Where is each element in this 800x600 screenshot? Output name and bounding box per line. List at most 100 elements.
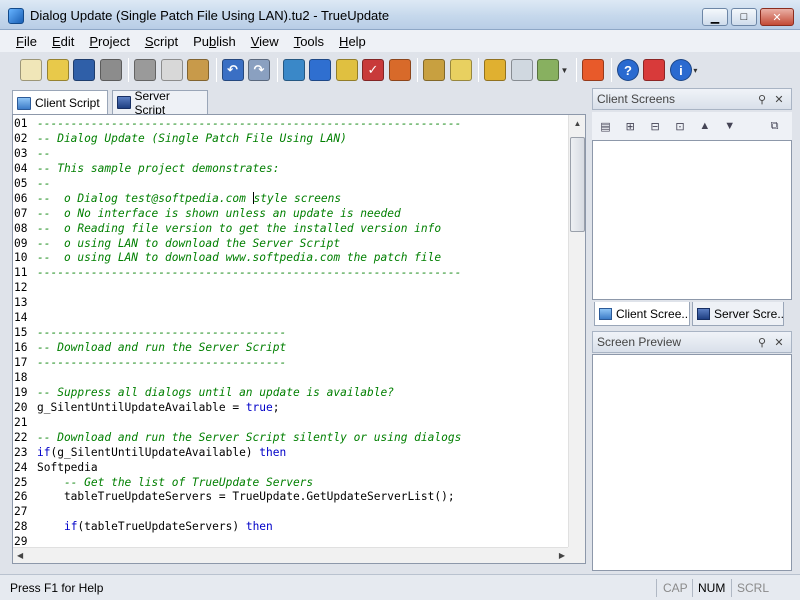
menu-project[interactable]: Project: [89, 34, 129, 49]
code-line[interactable]: 15 -------------------------------------: [13, 326, 567, 341]
add-screen-icon[interactable]: ⊞: [623, 118, 638, 134]
code-line[interactable]: 07 -- o No interface is shown unless an u…: [13, 207, 567, 222]
code-line[interactable]: 25 -- Get the list of TrueUpdate Servers: [13, 476, 567, 491]
print-icon[interactable]: [99, 59, 122, 81]
notes-icon[interactable]: [449, 59, 472, 81]
client-screens-header: Client Screens ⚲ ✕: [592, 88, 792, 110]
menu-file[interactable]: File: [16, 34, 37, 49]
info-icon[interactable]: i: [669, 59, 692, 81]
cut-icon[interactable]: [134, 59, 156, 81]
line-number: 17: [14, 356, 28, 369]
checklist-icon[interactable]: ✓: [362, 59, 384, 81]
menu-script[interactable]: Script: [145, 34, 178, 49]
menu-view[interactable]: View: [251, 34, 279, 49]
code-comment: -- Download and run the Server Script si…: [37, 430, 462, 444]
chevron-down-icon[interactable]: ▾: [693, 66, 697, 75]
code-text: tableTrueUpdateServers = TrueUpdate.GetU…: [37, 490, 455, 504]
redo-icon[interactable]: ↷: [248, 59, 270, 81]
move-down-icon[interactable]: ▼: [722, 118, 737, 134]
code-line[interactable]: 08 -- o Reading file version to get the i…: [13, 222, 567, 237]
code-line[interactable]: 05 --: [13, 177, 567, 192]
build-arrow-icon[interactable]: [582, 59, 605, 81]
tab-server-screens[interactable]: Server Scre...: [692, 302, 784, 326]
code-line[interactable]: 21: [13, 416, 567, 431]
code-line[interactable]: 12: [13, 281, 567, 296]
move-up-icon[interactable]: ▲: [697, 118, 712, 134]
code-line[interactable]: 10 -- o using LAN to download www.softped…: [13, 251, 567, 266]
scroll-up-icon[interactable]: ▲: [569, 115, 585, 132]
code-line[interactable]: 03 --: [13, 147, 567, 162]
code-line[interactable]: 18: [13, 371, 567, 386]
code-line[interactable]: 02 -- Dialog Update (Single Patch File Us…: [13, 132, 567, 147]
save-icon[interactable]: [73, 59, 95, 81]
help-icon[interactable]: ?: [616, 59, 639, 81]
menu-publish[interactable]: Publish: [193, 34, 236, 49]
server-screens-icon: [697, 307, 710, 320]
scroll-left-icon[interactable]: ◀: [17, 551, 23, 560]
code-line[interactable]: 09 -- o using LAN to download the Server …: [13, 237, 567, 252]
code-line[interactable]: 11 --------------------------------------…: [13, 266, 567, 281]
tab-client-script[interactable]: Client Script: [12, 90, 108, 115]
close-icon[interactable]: ✕: [772, 335, 786, 349]
wizard-icon[interactable]: [484, 59, 506, 81]
menu-edit[interactable]: Edit: [52, 34, 74, 49]
tab-client-screens[interactable]: Client Scree...: [594, 302, 690, 326]
new-project-icon[interactable]: [20, 59, 42, 81]
copy-icon[interactable]: [160, 59, 183, 81]
app-icon: [8, 8, 24, 24]
code-line[interactable]: 26 tableTrueUpdateServers = TrueUpdate.G…: [13, 490, 567, 505]
edit-screen-icon[interactable]: ⊡: [673, 118, 688, 134]
undo-icon[interactable]: ↶: [221, 59, 244, 81]
tab-server-script[interactable]: Server Script: [112, 89, 208, 117]
close-icon[interactable]: ✕: [772, 92, 786, 106]
menu-view-mnemonic: V: [250, 33, 260, 49]
code-line[interactable]: 06 -- o Dialog test@softpedia.com style s…: [13, 191, 567, 207]
edit-settings-icon[interactable]: [335, 59, 358, 81]
close-window-button[interactable]: ✕: [760, 8, 794, 26]
screen-properties-icon[interactable]: ▤: [598, 118, 613, 134]
code-line[interactable]: 13: [13, 296, 567, 311]
horizontal-scrollbar[interactable]: ◀ ▶: [13, 547, 569, 563]
code-text: (tableTrueUpdateServers): [77, 520, 246, 534]
pin-icon[interactable]: ⚲: [755, 335, 769, 349]
code-lines[interactable]: 01 --------------------------------------…: [13, 117, 567, 551]
pdf-icon[interactable]: [643, 59, 666, 81]
code-line[interactable]: 16 -- Download and run the Server Script: [13, 341, 567, 356]
open-project-icon[interactable]: [46, 59, 69, 81]
vertical-scrollbar[interactable]: ▲: [568, 115, 585, 549]
blocks-icon[interactable]: [309, 59, 331, 81]
paste-icon[interactable]: [187, 59, 209, 81]
code-line[interactable]: 19 -- Suppress all dialogs until an updat…: [13, 386, 567, 401]
list-icon[interactable]: [537, 59, 559, 81]
window-title: Dialog Update (Single Patch File Using L…: [30, 8, 390, 23]
menu-publish-pre: Pu: [193, 33, 209, 49]
globe-icon[interactable]: [282, 59, 305, 81]
code-line[interactable]: 24 Softpedia: [13, 461, 567, 476]
scroll-right-icon[interactable]: ▶: [559, 551, 565, 560]
save-screen-icon[interactable]: ⧉: [767, 118, 782, 134]
code-editor[interactable]: 01 --------------------------------------…: [12, 114, 586, 564]
code-line[interactable]: 22 -- Download and run the Server Script …: [13, 431, 567, 446]
menu-help[interactable]: Help: [339, 34, 366, 49]
code-line[interactable]: 17 -------------------------------------: [13, 356, 567, 371]
toolbar-separator: [417, 58, 418, 82]
chevron-down-icon[interactable]: ▼: [561, 66, 569, 75]
menu-tools[interactable]: Tools: [294, 34, 324, 49]
scrollbar-thumb[interactable]: [570, 137, 585, 232]
minimize-button[interactable]: ▁: [702, 8, 728, 26]
code-line[interactable]: 20 g_SilentUntilUpdateAvailable = true;: [13, 401, 567, 416]
code-keyword: if: [63, 520, 78, 534]
code-line[interactable]: 14: [13, 311, 567, 326]
code-line[interactable]: 01 --------------------------------------…: [13, 117, 567, 132]
pin-icon[interactable]: ⚲: [755, 92, 769, 106]
document-icon[interactable]: [510, 59, 533, 81]
code-line[interactable]: 04 -- This sample project demonstrates:: [13, 162, 567, 177]
firewall-icon[interactable]: [388, 59, 411, 81]
code-line[interactable]: 27: [13, 505, 567, 520]
disc-icon[interactable]: [423, 59, 445, 81]
client-screens-list[interactable]: [592, 140, 792, 300]
remove-screen-icon[interactable]: ⊟: [648, 118, 663, 134]
code-line[interactable]: 23 if(g_SilentUntilUpdateAvailable) then: [13, 446, 567, 461]
maximize-button[interactable]: □: [731, 8, 757, 26]
code-line[interactable]: 28 if(tableTrueUpdateServers) then: [13, 520, 567, 535]
